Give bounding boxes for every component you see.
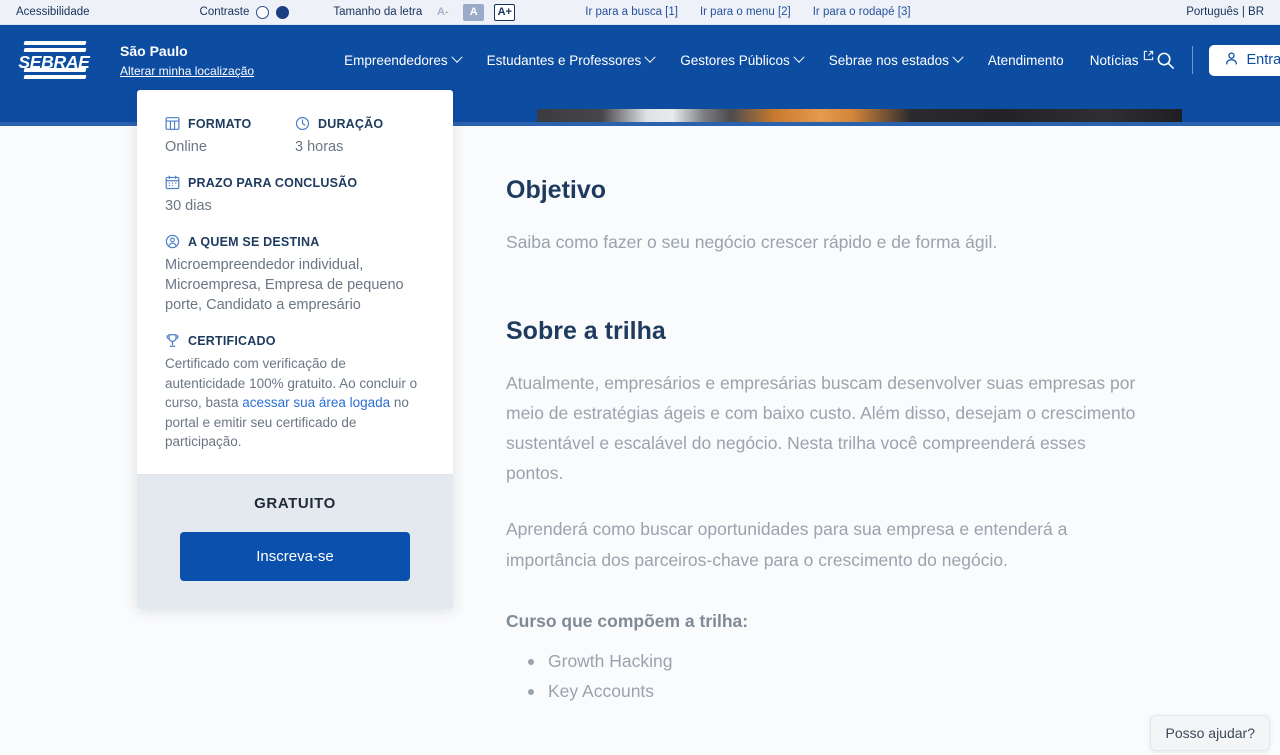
accessibility-label: Acessibilidade: [16, 6, 90, 18]
destina-heading: A QUEM SE DESTINA: [165, 234, 425, 249]
duracao-value: 3 horas: [295, 139, 344, 155]
page-body: FORMATO Online DURAÇÃO 3 horas PRAZO PAR…: [0, 90, 1280, 755]
location-selector: São Paulo Alterar minha localização: [120, 41, 254, 80]
logo-bar-bottom-2: [23, 75, 87, 79]
nav-item-empreendedores[interactable]: Empreendedores: [344, 51, 463, 68]
info-block-formato: FORMATO Online: [165, 116, 295, 157]
price-label: GRATUITO: [254, 494, 336, 512]
header-inner: SEBRAE São Paulo Alterar minha localizaç…: [0, 30, 1280, 90]
skip-to-search-link[interactable]: Ir para a busca [1]: [585, 6, 678, 18]
destina-label: A QUEM SE DESTINA: [188, 234, 320, 249]
skip-to-menu-link[interactable]: Ir para o menu [2]: [700, 6, 791, 18]
nav-label: Atendimento: [987, 52, 1064, 68]
trophy-icon: [165, 333, 180, 348]
logo-bar-top-1: [23, 41, 87, 45]
font-decrease-button[interactable]: A-: [432, 3, 454, 21]
info-block-certificado: CERTIFICADO Certificado com verificação …: [165, 333, 425, 452]
contrast-control: Contraste: [199, 5, 290, 19]
objetivo-text: Saiba como fazer o seu negócio crescer r…: [506, 232, 998, 252]
chat-help-widget[interactable]: Posso ajudar?: [1150, 715, 1270, 751]
course-card-footer: GRATUITO Inscreva-se: [137, 473, 453, 609]
language-selector[interactable]: Português | BR: [1186, 6, 1264, 18]
duracao-heading: DURAÇÃO: [295, 116, 425, 131]
skip-to-footer-link[interactable]: Ir para o rodapé [3]: [813, 6, 911, 18]
info-block-prazo: PRAZO PARA CONCLUSÃO 30 dias: [165, 175, 425, 216]
course-list: Growth Hacking Key Accounts: [506, 646, 1146, 706]
info-block-duracao: DURAÇÃO 3 horas: [295, 116, 425, 171]
accessibility-toolbar: Acessibilidade Contraste Tamanho da letr…: [0, 0, 1280, 25]
login-button[interactable]: Entrar: [1209, 44, 1280, 76]
formato-heading: FORMATO: [165, 116, 295, 131]
chevron-down-icon: [450, 51, 463, 63]
skip-links: Ir para a busca [1] Ir para o menu [2] I…: [585, 6, 910, 18]
location-city: São Paulo: [120, 42, 188, 59]
nav-item-atendimento[interactable]: Atendimento: [988, 53, 1064, 68]
certificado-label: CERTIFICADO: [188, 333, 276, 348]
prazo-heading: PRAZO PARA CONCLUSÃO: [165, 175, 425, 190]
certificado-value: Certificado com verificação de autentici…: [165, 354, 425, 452]
dark-contrast-toggle[interactable]: [276, 5, 290, 19]
formato-value: Online: [165, 139, 207, 155]
nav-item-estudantes-professores[interactable]: Estudantes e Professores: [486, 51, 656, 68]
chevron-down-icon: [793, 51, 805, 63]
nav-label: Gestores Públicos: [680, 52, 790, 68]
course-info-card: FORMATO Online DURAÇÃO 3 horas PRAZO PAR…: [137, 90, 453, 609]
formato-label: FORMATO: [188, 116, 252, 131]
prazo-value: 30 dias: [165, 198, 212, 214]
cursos-title: Curso que compõem a trilha:: [506, 610, 749, 631]
light-contrast-toggle[interactable]: [256, 5, 270, 19]
nav-label: Sebrae nos estados: [828, 52, 949, 68]
calendar-icon: [165, 175, 180, 190]
user-circle-icon: [165, 234, 180, 249]
font-size-control: Tamanho da letra A- A A+: [333, 3, 516, 21]
contrast-label: Contraste: [199, 6, 250, 18]
list-item[interactable]: Growth Hacking: [528, 646, 1146, 676]
course-info-body: FORMATO Online DURAÇÃO 3 horas PRAZO PAR…: [137, 90, 453, 474]
sobre-trilha-paragraph-1: Atualmente, empresários e empresárias bu…: [506, 373, 1136, 484]
chevron-down-icon: [952, 51, 964, 63]
course-description: Objetivo Saiba como fazer o seu negócio …: [506, 176, 1146, 706]
nav-label: Notícias: [1089, 52, 1139, 68]
clock-icon: [295, 116, 310, 131]
user-icon: [1224, 51, 1239, 70]
login-button-label: Entrar: [1246, 52, 1280, 68]
format-duration-row: FORMATO Online DURAÇÃO 3 horas: [165, 116, 425, 175]
enroll-button[interactable]: Inscreva-se: [180, 531, 410, 581]
change-location-link[interactable]: Alterar minha localização: [120, 63, 254, 79]
area-logada-link[interactable]: acessar sua área logada: [242, 395, 390, 410]
header-actions: Entrar: [1154, 44, 1280, 76]
certificado-heading: CERTIFICADO: [165, 333, 425, 348]
header-divider: [1192, 46, 1194, 74]
nav-item-sebrae-nos-estados[interactable]: Sebrae nos estados: [828, 51, 964, 68]
prazo-label: PRAZO PARA CONCLUSÃO: [188, 175, 358, 190]
nav-item-noticias[interactable]: Notícias: [1089, 50, 1155, 68]
logo-bar-bottom-1: [23, 68, 87, 72]
duracao-label: DURAÇÃO: [318, 116, 384, 131]
external-link-icon: [1143, 50, 1154, 64]
sebrae-logo[interactable]: SEBRAE: [18, 39, 90, 81]
chevron-down-icon: [644, 51, 656, 63]
font-increase-button[interactable]: A+: [494, 3, 516, 21]
nav-label: Empreendedores: [344, 52, 448, 68]
search-icon[interactable]: [1154, 49, 1176, 71]
destina-value: Microempreendedor individual, Microempre…: [165, 257, 404, 313]
list-item[interactable]: Key Accounts: [528, 676, 1146, 706]
font-size-label: Tamanho da letra: [333, 6, 423, 18]
sobre-trilha-title: Sobre a trilha: [506, 317, 666, 346]
nav-item-gestores-publicos[interactable]: Gestores Públicos: [680, 51, 805, 68]
nav-label: Estudantes e Professores: [486, 52, 642, 68]
sobre-trilha-paragraph-2: Aprenderá como buscar oportunidades para…: [506, 519, 1068, 570]
objetivo-title: Objetivo: [506, 176, 607, 204]
main-navigation: Empreendedores Estudantes e Professores …: [344, 50, 1155, 68]
font-default-button[interactable]: A: [463, 3, 485, 21]
info-block-destina: A QUEM SE DESTINA Microempreendedor indi…: [165, 234, 425, 315]
grid-icon: [165, 116, 180, 131]
